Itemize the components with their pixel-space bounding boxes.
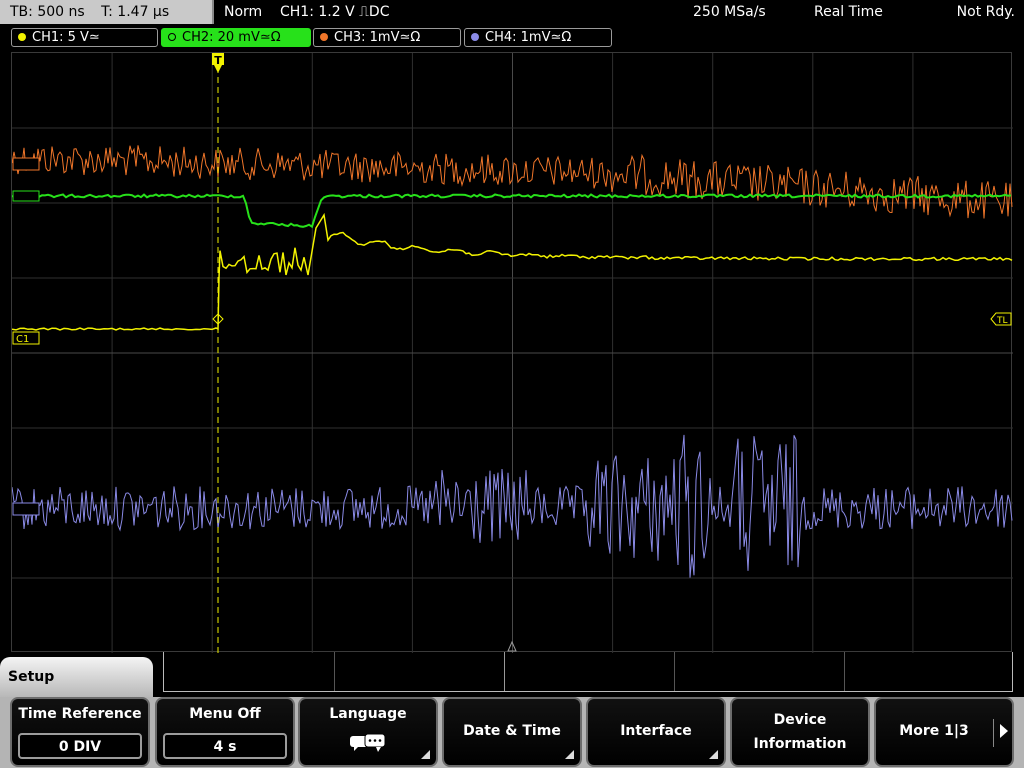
trigger-mode[interactable]: Norm bbox=[224, 0, 262, 24]
menu-off-value: 4 s bbox=[163, 733, 287, 759]
acquisition-mode: Real Time bbox=[814, 4, 883, 20]
more-button[interactable]: More 1|3 bbox=[874, 697, 1014, 767]
ch3-marker bbox=[12, 157, 40, 171]
chevron-right-icon bbox=[1000, 724, 1008, 738]
ch4-marker bbox=[12, 502, 40, 516]
channel-tab-ch2[interactable]: CH2: 20 mV≃Ω bbox=[161, 28, 311, 47]
ch1-marker-label: C1 bbox=[16, 334, 29, 345]
ch1-label: CH1: 5 V≃ bbox=[32, 30, 100, 45]
submenu-corner-icon bbox=[421, 750, 430, 759]
trigger-info[interactable]: CH1: 1.2 V ⎍DC bbox=[280, 0, 389, 24]
menu-title-tab: Setup bbox=[0, 657, 153, 697]
time-reference-value: 0 DIV bbox=[18, 733, 142, 759]
sample-rate: 250 MSa/s bbox=[693, 4, 766, 20]
ch3-label: CH3: 1mV≃Ω bbox=[334, 30, 421, 45]
scope-display[interactable]: T C1 TL bbox=[11, 52, 1013, 653]
ch3-color-dot bbox=[320, 33, 328, 41]
ch2-color-dot bbox=[168, 33, 176, 41]
trigger-time-value: T: 1.47 µs bbox=[101, 4, 170, 20]
more-separator bbox=[993, 719, 994, 747]
date-time-button[interactable]: Date & Time bbox=[442, 697, 582, 767]
submenu-corner-icon bbox=[709, 750, 718, 759]
ch1-color-dot bbox=[18, 33, 26, 41]
trigger-level-label: TL bbox=[996, 316, 1008, 326]
softkey-bar: Time Reference 0 DIV Menu Off 4 s Langua… bbox=[0, 697, 1024, 768]
ch4-label: CH4: 1mV≃Ω bbox=[485, 30, 572, 45]
waveform-canvas: T C1 TL bbox=[12, 53, 1013, 653]
language-button[interactable]: Language bbox=[298, 697, 438, 767]
trigger-arrow-icon bbox=[214, 65, 222, 73]
interface-button[interactable]: Interface bbox=[586, 697, 726, 767]
zoom-overview-strip bbox=[163, 652, 1013, 692]
time-reference-label: Time Reference bbox=[18, 706, 142, 722]
status-bar: TB: 500 ns T: 1.47 µs Norm CH1: 1.2 V ⎍D… bbox=[0, 0, 1024, 26]
device-information-button[interactable]: Device Information bbox=[730, 697, 870, 767]
timebase-readout[interactable]: TB: 500 ns T: 1.47 µs bbox=[0, 0, 214, 24]
date-time-label: Date & Time bbox=[463, 723, 561, 739]
device-information-label-line1: Device bbox=[773, 712, 827, 728]
channel-bar: CH1: 5 V≃ CH2: 20 mV≃Ω CH3: 1mV≃Ω CH4: 1… bbox=[0, 26, 1024, 48]
trigger-status: Not Rdy. bbox=[956, 4, 1015, 20]
graticule-grid bbox=[12, 53, 1013, 653]
ch2-waveform bbox=[12, 193, 1012, 229]
language-label: Language bbox=[329, 706, 407, 722]
channel-tab-ch4[interactable]: CH4: 1mV≃Ω bbox=[464, 28, 612, 47]
channel-tab-ch1[interactable]: CH1: 5 V≃ bbox=[11, 28, 158, 47]
channel-tab-ch3[interactable]: CH3: 1mV≃Ω bbox=[313, 28, 461, 47]
speech-bubbles-icon bbox=[350, 733, 386, 752]
interface-label: Interface bbox=[620, 723, 692, 739]
timebase-value: TB: 500 ns bbox=[10, 4, 85, 20]
menu-off-button[interactable]: Menu Off 4 s bbox=[155, 697, 295, 767]
menu-off-label: Menu Off bbox=[189, 706, 261, 722]
more-label: More 1|3 bbox=[899, 723, 969, 739]
submenu-corner-icon bbox=[565, 750, 574, 759]
time-reference-button[interactable]: Time Reference 0 DIV bbox=[10, 697, 150, 767]
ch2-marker bbox=[12, 190, 40, 202]
ch2-label: CH2: 20 mV≃Ω bbox=[182, 30, 281, 45]
device-information-label-line2: Information bbox=[753, 736, 847, 752]
ch4-color-dot bbox=[471, 33, 479, 41]
